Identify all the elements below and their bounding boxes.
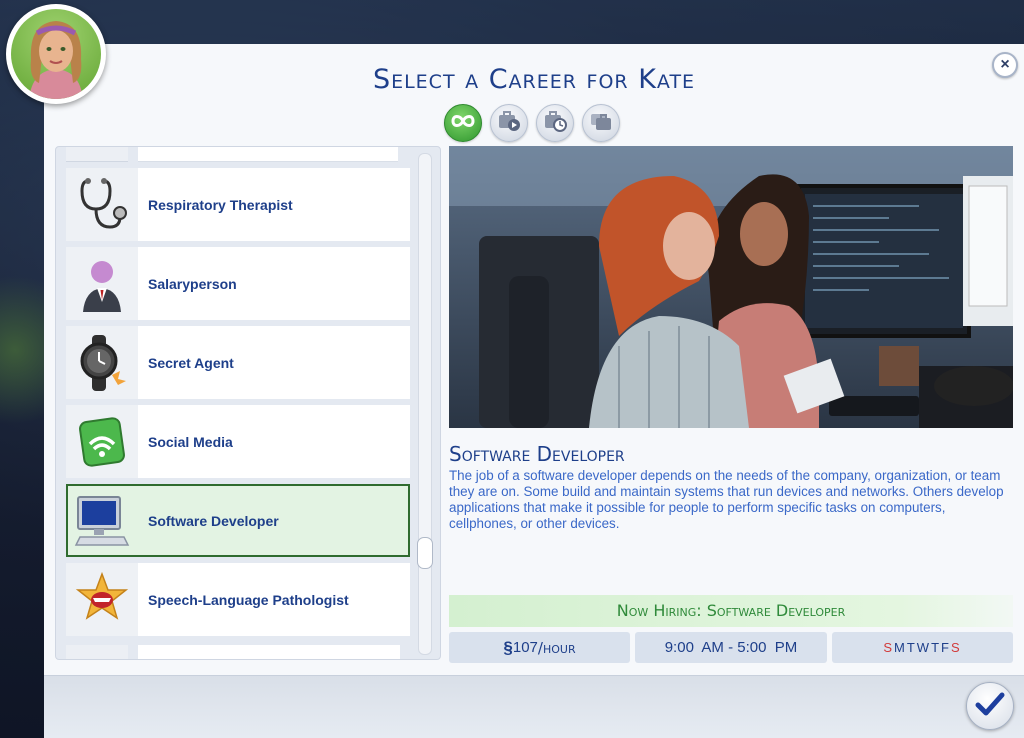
- career-item-respiratory-therapist[interactable]: Respiratory Therapist: [66, 168, 410, 241]
- dialog-footer: [44, 675, 1024, 738]
- day-sunday: S: [883, 640, 894, 655]
- wifi-phone-icon: [66, 405, 138, 478]
- career-detail-title: Software Developer: [449, 442, 625, 466]
- avatar: [11, 9, 101, 99]
- career-label: Speech-Language Pathologist: [138, 563, 410, 636]
- career-label: Secret Agent: [138, 326, 410, 399]
- day-saturday: S: [950, 640, 962, 655]
- checkmark-icon: [975, 691, 1005, 722]
- spy-watch-icon: [66, 326, 138, 399]
- sim-portrait: [6, 4, 106, 104]
- all-careers-tab[interactable]: [444, 104, 482, 142]
- day-thursday: T: [931, 640, 942, 655]
- career-description: The job of a software developer depends …: [449, 468, 1004, 531]
- partial-list-item-bottom: [66, 645, 128, 659]
- career-photo: [449, 146, 1013, 428]
- career-dialog: Select a Career for Kate × Respiratory T…: [44, 44, 1024, 738]
- day-friday: F: [941, 640, 951, 655]
- briefcase-clock-icon: [543, 110, 567, 137]
- list-scrollbar-thumb[interactable]: [417, 537, 433, 569]
- pay-unit: /hour: [537, 638, 576, 657]
- career-item-social-media[interactable]: Social Media: [66, 405, 410, 478]
- infinity-icon: [450, 113, 476, 134]
- confirm-button[interactable]: [966, 682, 1014, 730]
- freelance-tab[interactable]: [582, 104, 620, 142]
- partial-list-item-bottom-label: [138, 645, 400, 659]
- computer-icon: [66, 484, 138, 557]
- career-item-secret-agent[interactable]: Secret Agent: [66, 326, 410, 399]
- career-filter-tabs: [444, 104, 620, 142]
- partial-list-item-top: [66, 147, 128, 162]
- career-label: Respiratory Therapist: [138, 168, 410, 241]
- career-item-salaryperson[interactable]: Salaryperson: [66, 247, 410, 320]
- close-button[interactable]: ×: [992, 52, 1018, 78]
- day-wednesday: W: [916, 640, 932, 655]
- partial-list-item-top-label: [138, 147, 398, 162]
- briefcases-icon: [589, 110, 613, 137]
- simoleon-symbol: §: [503, 637, 513, 657]
- career-label: Social Media: [138, 405, 410, 478]
- full-time-tab[interactable]: [490, 104, 528, 142]
- briefcase-play-icon: [497, 110, 521, 137]
- suit-person-icon: [66, 247, 138, 320]
- day-tuesday: T: [906, 640, 917, 655]
- work-days: S M T W T F S: [832, 632, 1013, 663]
- career-label: Salaryperson: [138, 247, 410, 320]
- now-hiring-banner: Now Hiring: Software Developer: [449, 595, 1013, 627]
- dialog-title: Select a Career for Kate: [372, 64, 696, 95]
- part-time-tab[interactable]: [536, 104, 574, 142]
- career-item-software-developer[interactable]: Software Developer: [66, 484, 410, 557]
- background-foliage: [0, 250, 50, 450]
- career-list: Respiratory Therapist Salaryperson Secre…: [55, 146, 441, 660]
- stethoscope-icon: [66, 168, 138, 241]
- hours-text: 9:00 AM - 5:00 PM: [664, 639, 798, 656]
- mouth-star-icon: [66, 563, 138, 636]
- work-hours: 9:00 AM - 5:00 PM: [635, 632, 827, 663]
- pay-rate: § 107/hour: [449, 632, 630, 663]
- day-monday: M: [894, 640, 907, 655]
- pay-amount: 107: [512, 639, 538, 656]
- career-label: Software Developer: [138, 484, 410, 557]
- list-scrollbar[interactable]: [418, 153, 432, 655]
- career-item-speech-language-pathologist[interactable]: Speech-Language Pathologist: [66, 563, 410, 636]
